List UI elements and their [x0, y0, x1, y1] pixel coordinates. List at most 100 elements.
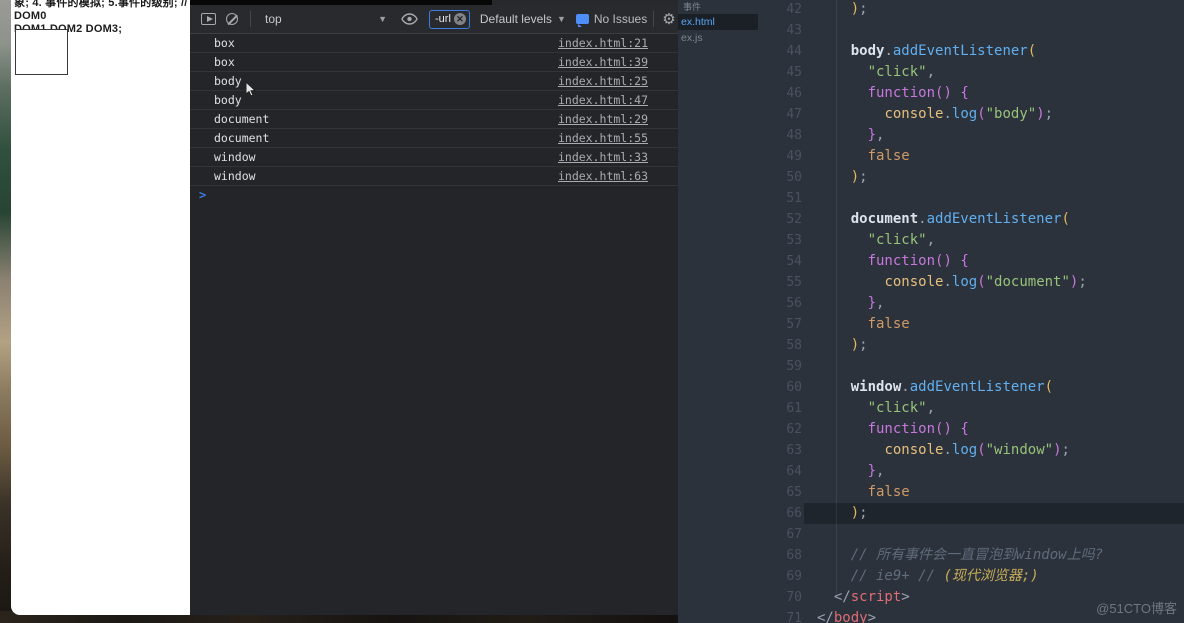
line-number[interactable]: 58: [750, 335, 802, 356]
code-line: window.addEventListener(: [850, 379, 1054, 395]
line-number[interactable]: 45: [750, 62, 802, 83]
line-number[interactable]: 61: [750, 398, 802, 419]
chevron-down-icon: ▼: [556, 14, 566, 24]
line-number[interactable]: 65: [750, 482, 802, 503]
line-number[interactable]: 63: [750, 440, 802, 461]
line-number[interactable]: 51: [750, 188, 802, 209]
source-link[interactable]: index.html:25: [558, 74, 648, 88]
chevron-down-icon: ▼: [378, 14, 387, 24]
line-number[interactable]: 67: [750, 524, 802, 545]
clear-console-icon[interactable]: [220, 7, 244, 31]
line-number[interactable]: 57: [750, 314, 802, 335]
mouse-cursor: [245, 81, 257, 97]
execution-context-select[interactable]: top ▼: [265, 12, 387, 26]
code-line: );: [850, 169, 868, 185]
eye-icon[interactable]: [397, 7, 421, 31]
source-link[interactable]: index.html:39: [558, 55, 648, 69]
line-number[interactable]: 48: [750, 125, 802, 146]
code-line: false: [867, 316, 910, 332]
code-line: );: [850, 1, 868, 17]
line-number[interactable]: 68: [750, 545, 802, 566]
console-message: body: [214, 74, 242, 88]
code-line: false: [867, 484, 910, 500]
code-line: },: [867, 127, 885, 143]
code-editor: 事件 ex.html ex.js 42 43 44 45 46 47 48 49 50 51 52 53 5…: [678, 0, 1184, 623]
line-number[interactable]: 43: [750, 20, 802, 41]
code-line: function() {: [867, 253, 969, 269]
line-number[interactable]: 46: [750, 83, 802, 104]
log-levels-label: Default levels: [479, 12, 552, 26]
issues-label: No Issues: [593, 12, 648, 26]
console-row: window index.html:63: [190, 167, 678, 186]
console-message: document: [214, 112, 270, 126]
line-number[interactable]: 69: [750, 566, 802, 587]
console-message: window: [214, 169, 256, 183]
filter-clear-icon[interactable]: ✕: [453, 13, 466, 25]
console-row: window index.html:33: [190, 148, 678, 167]
line-number[interactable]: 50: [750, 167, 802, 188]
code-line: console.log("window");: [884, 442, 1070, 458]
code-line: "click",: [867, 232, 936, 248]
browser-page: 象; 4. 事件的模拟; 5.事件的级别; // DOM0 DOM1 DOM2 …: [11, 0, 190, 615]
source-link[interactable]: index.html:21: [558, 36, 648, 50]
code-line: </body>: [817, 610, 877, 623]
line-number[interactable]: 52: [750, 209, 802, 230]
console-row: document index.html:29: [190, 110, 678, 129]
gear-icon[interactable]: ⚙: [662, 10, 675, 28]
console-message: body: [214, 93, 242, 107]
console-prompt[interactable]: >: [190, 186, 678, 205]
line-number[interactable]: 44: [750, 41, 802, 62]
line-number[interactable]: 66: [750, 503, 802, 524]
issues-counter[interactable]: No Issues: [575, 12, 648, 27]
code-line: "click",: [867, 64, 936, 80]
code-line: "click",: [867, 400, 936, 416]
execution-context-label: top: [265, 12, 282, 26]
line-number[interactable]: 47: [750, 104, 802, 125]
line-number[interactable]: 56: [750, 293, 802, 314]
line-number[interactable]: 64: [750, 461, 802, 482]
explorer-item[interactable]: ex.js: [678, 30, 758, 46]
code-line: console.log("document");: [884, 274, 1087, 290]
issues-bubble-icon: [575, 14, 589, 27]
code-line: </script>: [833, 589, 910, 605]
line-number[interactable]: 53: [750, 230, 802, 251]
toolbar-divider: [653, 11, 655, 27]
source-link[interactable]: index.html:29: [558, 112, 648, 126]
line-number[interactable]: 55: [750, 272, 802, 293]
code-line: // 所有事件会一直冒泡到window上吗?: [850, 547, 1104, 563]
explorer-item[interactable]: ex.html: [678, 14, 758, 30]
box-element[interactable]: [15, 29, 68, 75]
filter-input[interactable]: -url ✕: [429, 9, 470, 29]
source-link[interactable]: index.html:33: [558, 150, 648, 164]
line-number[interactable]: 54: [750, 251, 802, 272]
line-number[interactable]: 59: [750, 356, 802, 377]
line-number[interactable]: 42: [750, 0, 802, 20]
line-number[interactable]: 70: [750, 587, 802, 608]
prompt-chevron-icon: >: [199, 188, 207, 202]
source-link[interactable]: index.html:55: [558, 131, 648, 145]
watermark: @51CTO博客: [1096, 601, 1177, 616]
log-levels-select[interactable]: Default levels ▼: [480, 12, 566, 26]
explorer-item[interactable]: 事件: [678, 0, 758, 14]
source-link[interactable]: index.html:63: [558, 169, 648, 183]
line-number[interactable]: 49: [750, 146, 802, 167]
console-message: box: [214, 36, 235, 50]
code-lines[interactable]: ); body.addEventListener( "click", funct…: [817, 0, 1103, 623]
console-toolbar: top ▼ -url ✕ Default levels ▼ No Issues …: [190, 5, 678, 34]
line-number[interactable]: 60: [750, 377, 802, 398]
code-line: );: [850, 505, 868, 521]
page-notes-line1: 象; 4. 事件的模拟; 5.事件的级别; // DOM0: [14, 0, 188, 22]
console-message: box: [214, 55, 235, 69]
line-number[interactable]: 62: [750, 419, 802, 440]
line-number-gutter: 42 43 44 45 46 47 48 49 50 51 52 53 54 55 56 57 58 59 60 61…: [750, 0, 802, 623]
console-sidebar-icon[interactable]: [196, 7, 220, 31]
source-link[interactable]: index.html:47: [558, 93, 648, 107]
line-number[interactable]: 71: [750, 608, 802, 623]
code-line: );: [850, 337, 868, 353]
code-line: function() {: [867, 421, 969, 437]
code-line: // ie9+ // (现代浏览器;): [850, 568, 1039, 584]
console-message: window: [214, 150, 256, 164]
